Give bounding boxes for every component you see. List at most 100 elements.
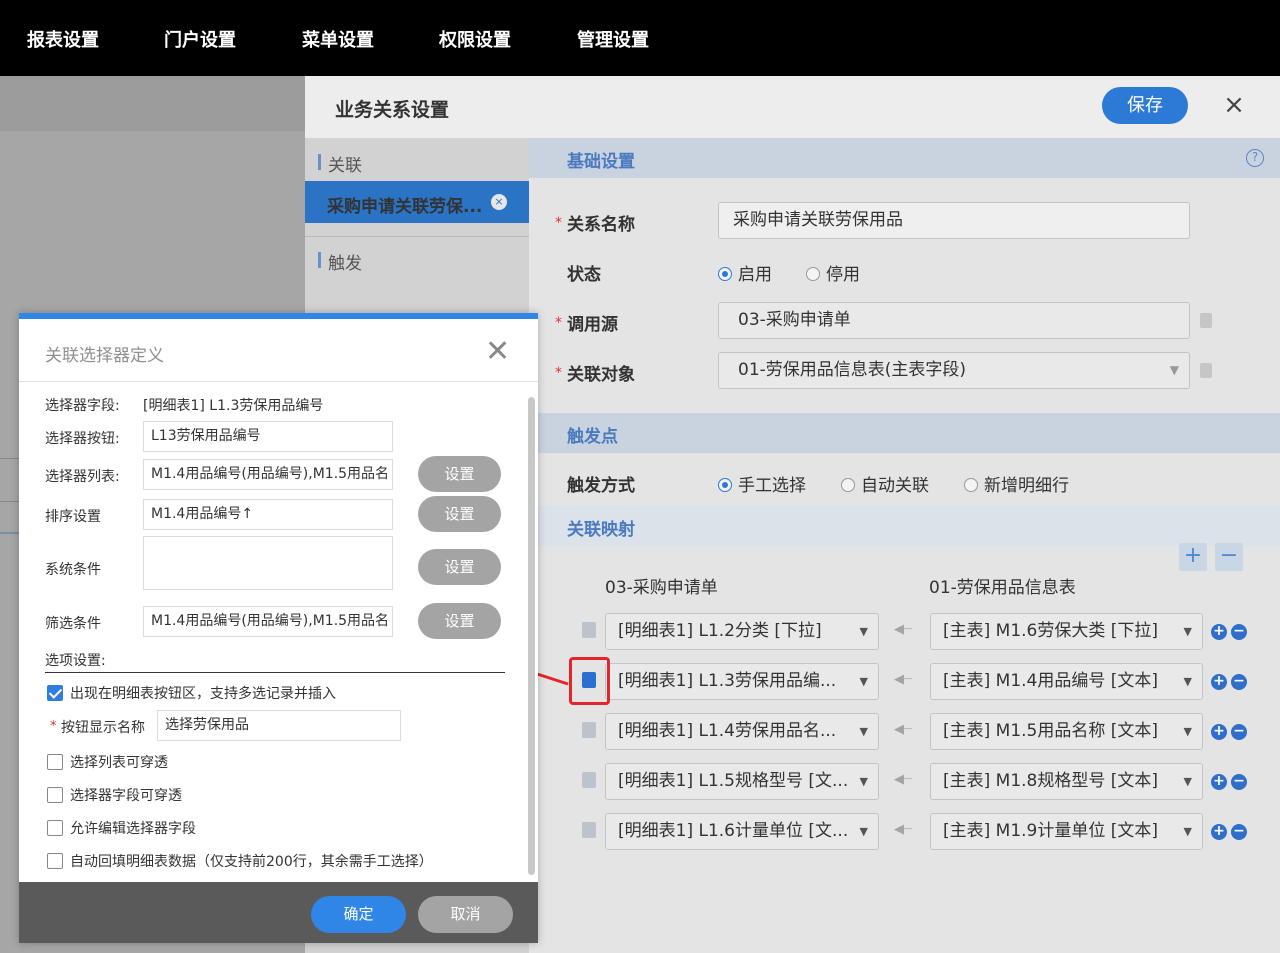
trigger-manual-radio[interactable]: 手工选择 — [718, 471, 806, 496]
mapping-right-select[interactable]: [主表] M1.4用品编号 [文本] ▼ — [930, 663, 1203, 700]
sort-input[interactable]: M1.4用品编号↑ — [143, 499, 393, 530]
remove-row-icon[interactable]: − — [1231, 624, 1247, 640]
mapping-left-select[interactable]: [明细表1] L1.5规格型号 [文... ▼ — [605, 763, 879, 800]
checkbox-checked-icon — [47, 685, 63, 701]
document-icon[interactable] — [1200, 363, 1212, 378]
chevron-down-icon: ▼ — [859, 625, 868, 638]
nav-menu-settings[interactable]: 菜单设置 — [302, 26, 374, 52]
remove-row-icon[interactable]: − — [1231, 774, 1247, 790]
selector-list-input[interactable]: M1.4用品编号(用品编号),M1.5用品名 — [143, 459, 393, 490]
checkbox-icon — [47, 820, 63, 836]
panel-header: 业务关系设置 保存 × — [305, 76, 1280, 138]
mapping-left-select[interactable]: [明细表1] L1.2分类 [下拉] ▼ — [605, 613, 879, 650]
radio-icon — [841, 478, 855, 492]
add-row-icon[interactable]: + — [1211, 824, 1227, 840]
selector-button-label: 选择器按钮: — [45, 431, 120, 447]
status-enabled-radio[interactable]: 启用 — [718, 260, 772, 285]
checkbox-icon — [47, 787, 63, 803]
selector-definition-dialog: 关联选择器定义 ✕ 选择器字段: [明细表1] L1.3劳保用品编号 选择器按钮… — [19, 313, 538, 943]
button-display-name-label: 按钮显示名称 — [61, 720, 145, 736]
selector-field-label: 选择器字段: — [45, 398, 120, 414]
nav-portal-settings[interactable]: 门户设置 — [164, 26, 236, 52]
sort-set-button[interactable]: 设置 — [418, 496, 501, 532]
add-row-icon[interactable]: + — [1211, 674, 1227, 690]
mapping-left-select[interactable]: [明细表1] L1.3劳保用品编... ▼ — [605, 663, 879, 700]
dialog-title: 关联选择器定义 — [45, 346, 164, 366]
filter-condition-input[interactable]: M1.4用品编号(用品编号),M1.5用品名 — [143, 606, 393, 637]
add-mapping-button[interactable]: + — [1179, 543, 1207, 571]
section-title: 基础设置 — [567, 152, 635, 172]
dialog-scrollbar[interactable] — [528, 397, 535, 875]
selector-icon[interactable] — [582, 622, 596, 638]
add-row-icon[interactable]: + — [1211, 724, 1227, 740]
selector-icon[interactable] — [582, 822, 596, 838]
help-icon[interactable]: ? — [1246, 149, 1264, 167]
required-mark: * — [50, 719, 57, 734]
list-set-button[interactable]: 设置 — [418, 456, 501, 492]
remove-mapping-button[interactable]: − — [1215, 543, 1243, 571]
system-condition-textarea[interactable] — [143, 536, 393, 590]
confirm-button[interactable]: 确定 — [311, 896, 406, 933]
sidebar-section-relation: 关联 — [318, 151, 362, 176]
filter-condition-label: 筛选条件 — [45, 616, 101, 632]
document-icon[interactable] — [1200, 313, 1212, 328]
section-title: 触发点 — [567, 427, 618, 447]
status-disabled-radio[interactable]: 停用 — [806, 260, 860, 285]
target-select[interactable]: 01-劳保用品信息表(主表字段) ▼ — [718, 352, 1190, 389]
remove-icon[interactable]: × — [491, 194, 507, 210]
mapping-right-select[interactable]: [主表] M1.5用品名称 [文本] ▼ — [930, 713, 1203, 750]
chevron-down-icon: ▼ — [1183, 725, 1192, 738]
remove-row-icon[interactable]: − — [1231, 824, 1247, 840]
mapping-right-select[interactable]: [主表] M1.9计量单位 [文本] ▼ — [930, 813, 1203, 850]
selector-icon[interactable] — [582, 772, 596, 788]
trigger-mode-label: 触发方式 — [567, 476, 635, 496]
chevron-down-icon: ▼ — [859, 675, 868, 688]
nav-admin-settings[interactable]: 管理设置 — [577, 26, 649, 52]
option-autofill-checkbox[interactable]: 自动回填明细表数据（仅支持前200行，其余需手工选择） — [47, 851, 433, 871]
settings-content: 基础设置 ? * 关系名称 采购申请关联劳保用品 状态 启用 停用 * 调用源 … — [529, 138, 1280, 953]
mapping-right-select[interactable]: [主表] M1.6劳保大类 [下拉] ▼ — [930, 613, 1203, 650]
option-editable-field-checkbox[interactable]: 允许编辑选择器字段 — [47, 818, 196, 838]
sidebar-item-active-relation[interactable]: 采购申请关联劳保... × — [305, 181, 529, 223]
mapping-left-select[interactable]: [明细表1] L1.6计量单位 [文... ▼ — [605, 813, 879, 850]
button-display-name-input[interactable]: 选择劳保用品 — [157, 710, 401, 741]
chevron-down-icon: ▼ — [1183, 825, 1192, 838]
add-row-icon[interactable]: + — [1211, 624, 1227, 640]
mapping-left-select[interactable]: [明细表1] L1.4劳保用品名... ▼ — [605, 713, 879, 750]
options-divider — [45, 672, 505, 673]
system-condition-set-button[interactable]: 设置 — [418, 549, 501, 585]
source-input[interactable]: 03-采购申请单 — [718, 302, 1190, 339]
trigger-newrow-radio[interactable]: 新增明细行 — [964, 471, 1069, 496]
add-row-icon[interactable]: + — [1211, 774, 1227, 790]
required-mark: * — [555, 215, 562, 231]
arrow-left-icon: ◀┈ — [894, 722, 912, 737]
option-field-drillthrough-checkbox[interactable]: 选择器字段可穿透 — [47, 785, 182, 805]
selector-button-input[interactable]: L13劳保用品编号 — [143, 421, 393, 452]
arrow-left-icon: ◀┈ — [894, 672, 912, 687]
close-icon[interactable]: ✕ — [485, 337, 510, 367]
dialog-footer: 确定 取消 — [19, 882, 538, 943]
close-icon[interactable]: × — [1222, 91, 1246, 119]
selector-icon[interactable] — [582, 722, 596, 738]
sidebar-section-trigger: 触发 — [318, 249, 362, 274]
mapping-right-select[interactable]: [主表] M1.8规格型号 [文本] ▼ — [930, 763, 1203, 800]
mapping-right-header: 01-劳保用品信息表 — [929, 578, 1076, 598]
trigger-auto-radio[interactable]: 自动关联 — [841, 471, 929, 496]
nav-report-settings[interactable]: 报表设置 — [27, 26, 99, 52]
filter-set-button[interactable]: 设置 — [418, 603, 501, 639]
nav-permission-settings[interactable]: 权限设置 — [439, 26, 511, 52]
relation-name-input[interactable]: 采购申请关联劳保用品 — [718, 202, 1190, 239]
remove-row-icon[interactable]: − — [1231, 674, 1247, 690]
option-list-drillthrough-checkbox[interactable]: 选择列表可穿透 — [47, 752, 168, 772]
cancel-button[interactable]: 取消 — [418, 896, 513, 933]
option-button-area-checkbox[interactable]: 出现在明细表按钮区，支持多选记录并插入 — [47, 683, 336, 703]
required-mark: * — [555, 315, 562, 331]
radio-checked-icon — [718, 267, 732, 281]
background-band — [0, 76, 305, 131]
save-button[interactable]: 保存 — [1102, 87, 1188, 124]
status-label: 状态 — [567, 265, 601, 285]
remove-row-icon[interactable]: − — [1231, 724, 1247, 740]
dialog-accent-bar — [19, 313, 538, 319]
chevron-down-icon: ▼ — [1183, 675, 1192, 688]
target-label: 关联对象 — [567, 365, 635, 385]
